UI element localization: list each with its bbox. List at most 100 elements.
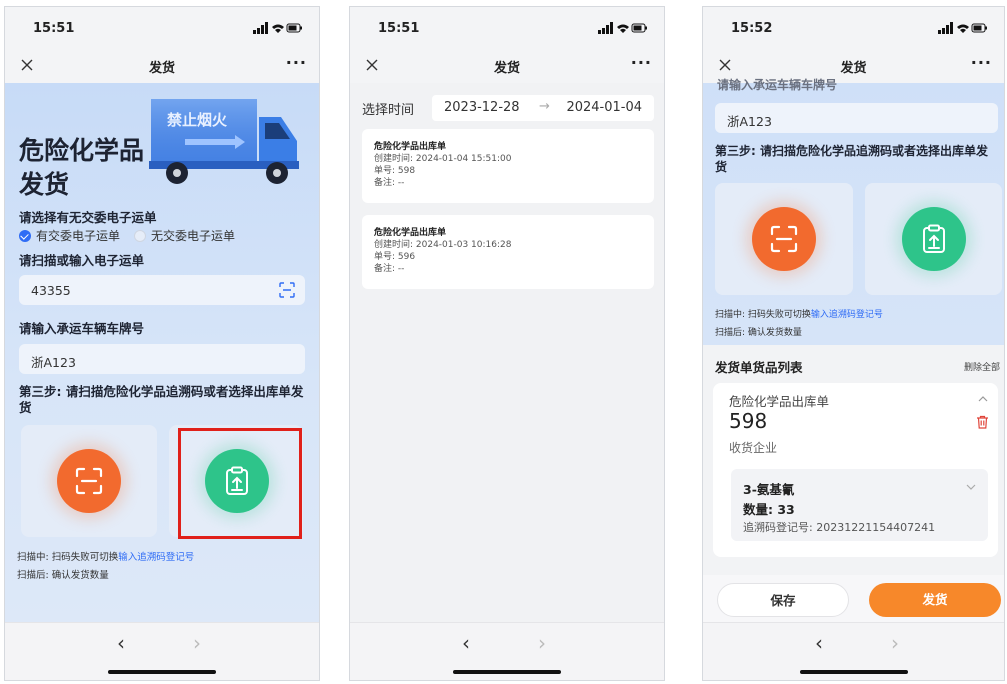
scan-waybill-label: 请扫描或输入电子运单 [19,253,145,268]
signal-wifi-battery-icon [598,22,647,34]
plate-input-value: 浙A123 [727,114,772,129]
scan-section: 请输入承运车辆车牌号 浙A123 第三步: 请扫描危险化学品追溯码或者选择出库单… [703,78,1004,345]
ship-button[interactable]: 发货 [869,583,1001,617]
status-time: 15:52 [731,21,773,36]
back-button[interactable]: ‹ [117,631,125,655]
status-bar: 15:52 [703,7,1004,49]
select-outbound-card[interactable] [865,183,1002,295]
date-from[interactable]: 2023-12-28 [444,100,520,115]
record-remark: 备注: -- [374,178,405,188]
waybill-radio-group: 有交委电子运单 无交委电子运单 [19,227,235,244]
enter-trace-code-link[interactable]: 输入追溯码登记号 [118,552,194,563]
scan-note-1: 扫描中: 扫码失败可切换输入追溯码登记号 [17,552,195,563]
plate-input[interactable]: 浙A123 [715,103,998,133]
home-indicator [453,670,561,674]
order-number: 598 [729,409,768,433]
page-content: 危险化学品 发货 禁止烟火 请选择有无交委电子运单 有交委电子运单 无交委电子运… [5,83,319,622]
goods-item[interactable]: 3-氨基氰 数量: 33 追溯码登记号: 20231221154407241 [731,469,988,541]
more-menu-button[interactable]: ··· [971,53,992,72]
action-bar: 保存 发货 [703,575,1004,622]
scan-note-1: 扫描中: 扫码失败可切换输入追溯码登记号 [715,310,883,320]
plate-input[interactable]: 浙A123 [19,344,305,374]
status-bar: 15:51 [5,7,319,49]
highlight-box [178,428,302,539]
record-created: 创建时间: 2024-01-03 10:16:28 [374,240,512,250]
plate-label: 请输入承运车辆车牌号 [19,321,145,336]
plate-input-value: 浙A123 [31,355,76,370]
more-menu-button[interactable]: ··· [631,53,652,72]
page-content: 请输入承运车辆车牌号 浙A123 第三步: 请扫描危险化学品追溯码或者选择出库单… [703,78,1004,622]
page-title: 发货 [148,61,175,76]
truck-text: 禁止烟火 [167,111,228,129]
scan-icon [75,467,103,495]
list-title: 发货单货品列表 [715,360,803,375]
save-button[interactable]: 保存 [717,583,849,617]
chevron-down-icon[interactable] [966,483,976,491]
select-outbound-order-button[interactable] [902,207,966,271]
phone-screen-1: 15:51 发货 ··· 危险化学品 发货 禁止烟火 请选择有无交委电子运单 有… [4,6,320,681]
chevron-up-icon[interactable] [978,395,988,403]
record-number: 单号: 598 [374,166,416,176]
outbound-record[interactable]: 危险化学品出库单 创建时间: 2024-01-03 10:16:28 单号: 5… [362,215,654,289]
truck-illustration-icon: 禁止烟火 [149,99,299,184]
nav-bar: 发货 ··· [5,49,319,83]
phone-screen-2: 15:51 发货 ··· 选择时间 2023-12-28 → 2024-01-0… [349,6,665,681]
page-title: 发货 [840,61,867,76]
scan-note-2: 扫描后: 确认发货数量 [17,570,109,581]
page-title: 发货 [493,61,520,76]
date-to[interactable]: 2024-01-04 [566,100,642,115]
scan-icon [770,225,798,253]
scan-code-card[interactable] [21,425,157,537]
hero-title-line1: 危险化学品 [19,136,145,165]
waybill-input-value: 43355 [31,283,71,298]
item-quantity: 数量: 33 [743,502,795,517]
waybill-input[interactable]: 43355 [19,275,305,305]
shipping-goods-list: 发货单货品列表 删除全部 危险化学品出库单 598 收货企业 3-氨基氰 数量:… [703,345,1004,575]
scan-code-card[interactable] [715,183,853,295]
record-title: 危险化学品出库单 [374,228,447,238]
home-indicator [108,670,216,674]
delete-all-button[interactable]: 删除全部 [964,360,1000,373]
step3-instruction: 第三步: 请扫描危险化学品追溯码或者选择出库单发货 [715,144,988,174]
plate-label-cut: 请输入承运车辆车牌号 [717,78,838,92]
record-number: 单号: 596 [374,252,416,262]
radio-yes-label[interactable]: 有交委电子运单 [36,227,120,244]
status-bar: 15:51 [350,7,664,49]
status-time: 15:51 [33,21,75,36]
forward-button[interactable]: › [193,631,201,655]
order-title: 危险化学品出库单 [729,394,830,409]
receiver-label: 收货企业 [729,441,778,455]
record-remark: 备注: -- [374,264,405,274]
status-time: 15:51 [378,21,420,36]
browser-bottom-bar: ‹ › [703,622,1004,680]
forward-button[interactable]: › [891,631,899,655]
radio-yes-checked-icon[interactable] [19,229,31,242]
back-button[interactable]: ‹ [462,631,470,655]
forward-button[interactable]: › [538,631,546,655]
scan-code-button[interactable] [752,207,816,271]
record-title: 危险化学品出库单 [374,142,447,152]
scan-code-button[interactable] [57,449,121,513]
page-content: 选择时间 2023-12-28 → 2024-01-04 危险化学品出库单 创建… [350,83,664,622]
item-trace-code: 追溯码登记号: 20231221154407241 [743,521,936,534]
step3-instruction: 第三步: 请扫描危险化学品追溯码或者选择出库单发货 [19,384,304,415]
nav-bar: 发货 ··· [350,49,664,83]
arrow-right-icon: → [539,99,550,114]
date-range-picker[interactable]: 2023-12-28 → 2024-01-04 [432,95,654,121]
radio-no-icon[interactable] [134,229,147,242]
hero-title-line2: 发货 [19,170,70,199]
home-indicator [799,670,908,674]
scan-icon[interactable] [279,282,295,298]
signal-wifi-battery-icon [938,22,987,34]
radio-no-label[interactable]: 无交委电子运单 [151,227,235,244]
date-range-row: 选择时间 2023-12-28 → 2024-01-04 [362,95,654,121]
more-menu-button[interactable]: ··· [286,53,307,72]
back-button[interactable]: ‹ [815,631,823,655]
trash-icon[interactable] [976,415,989,429]
outbound-record[interactable]: 危险化学品出库单 创建时间: 2024-01-04 15:51:00 单号: 5… [362,129,654,203]
enter-trace-code-link[interactable]: 输入追溯码登记号 [811,310,883,320]
date-label: 选择时间 [362,103,415,118]
item-name: 3-氨基氰 [743,482,795,497]
waybill-question-label: 请选择有无交委电子运单 [19,210,157,225]
signal-wifi-battery-icon [253,22,302,34]
